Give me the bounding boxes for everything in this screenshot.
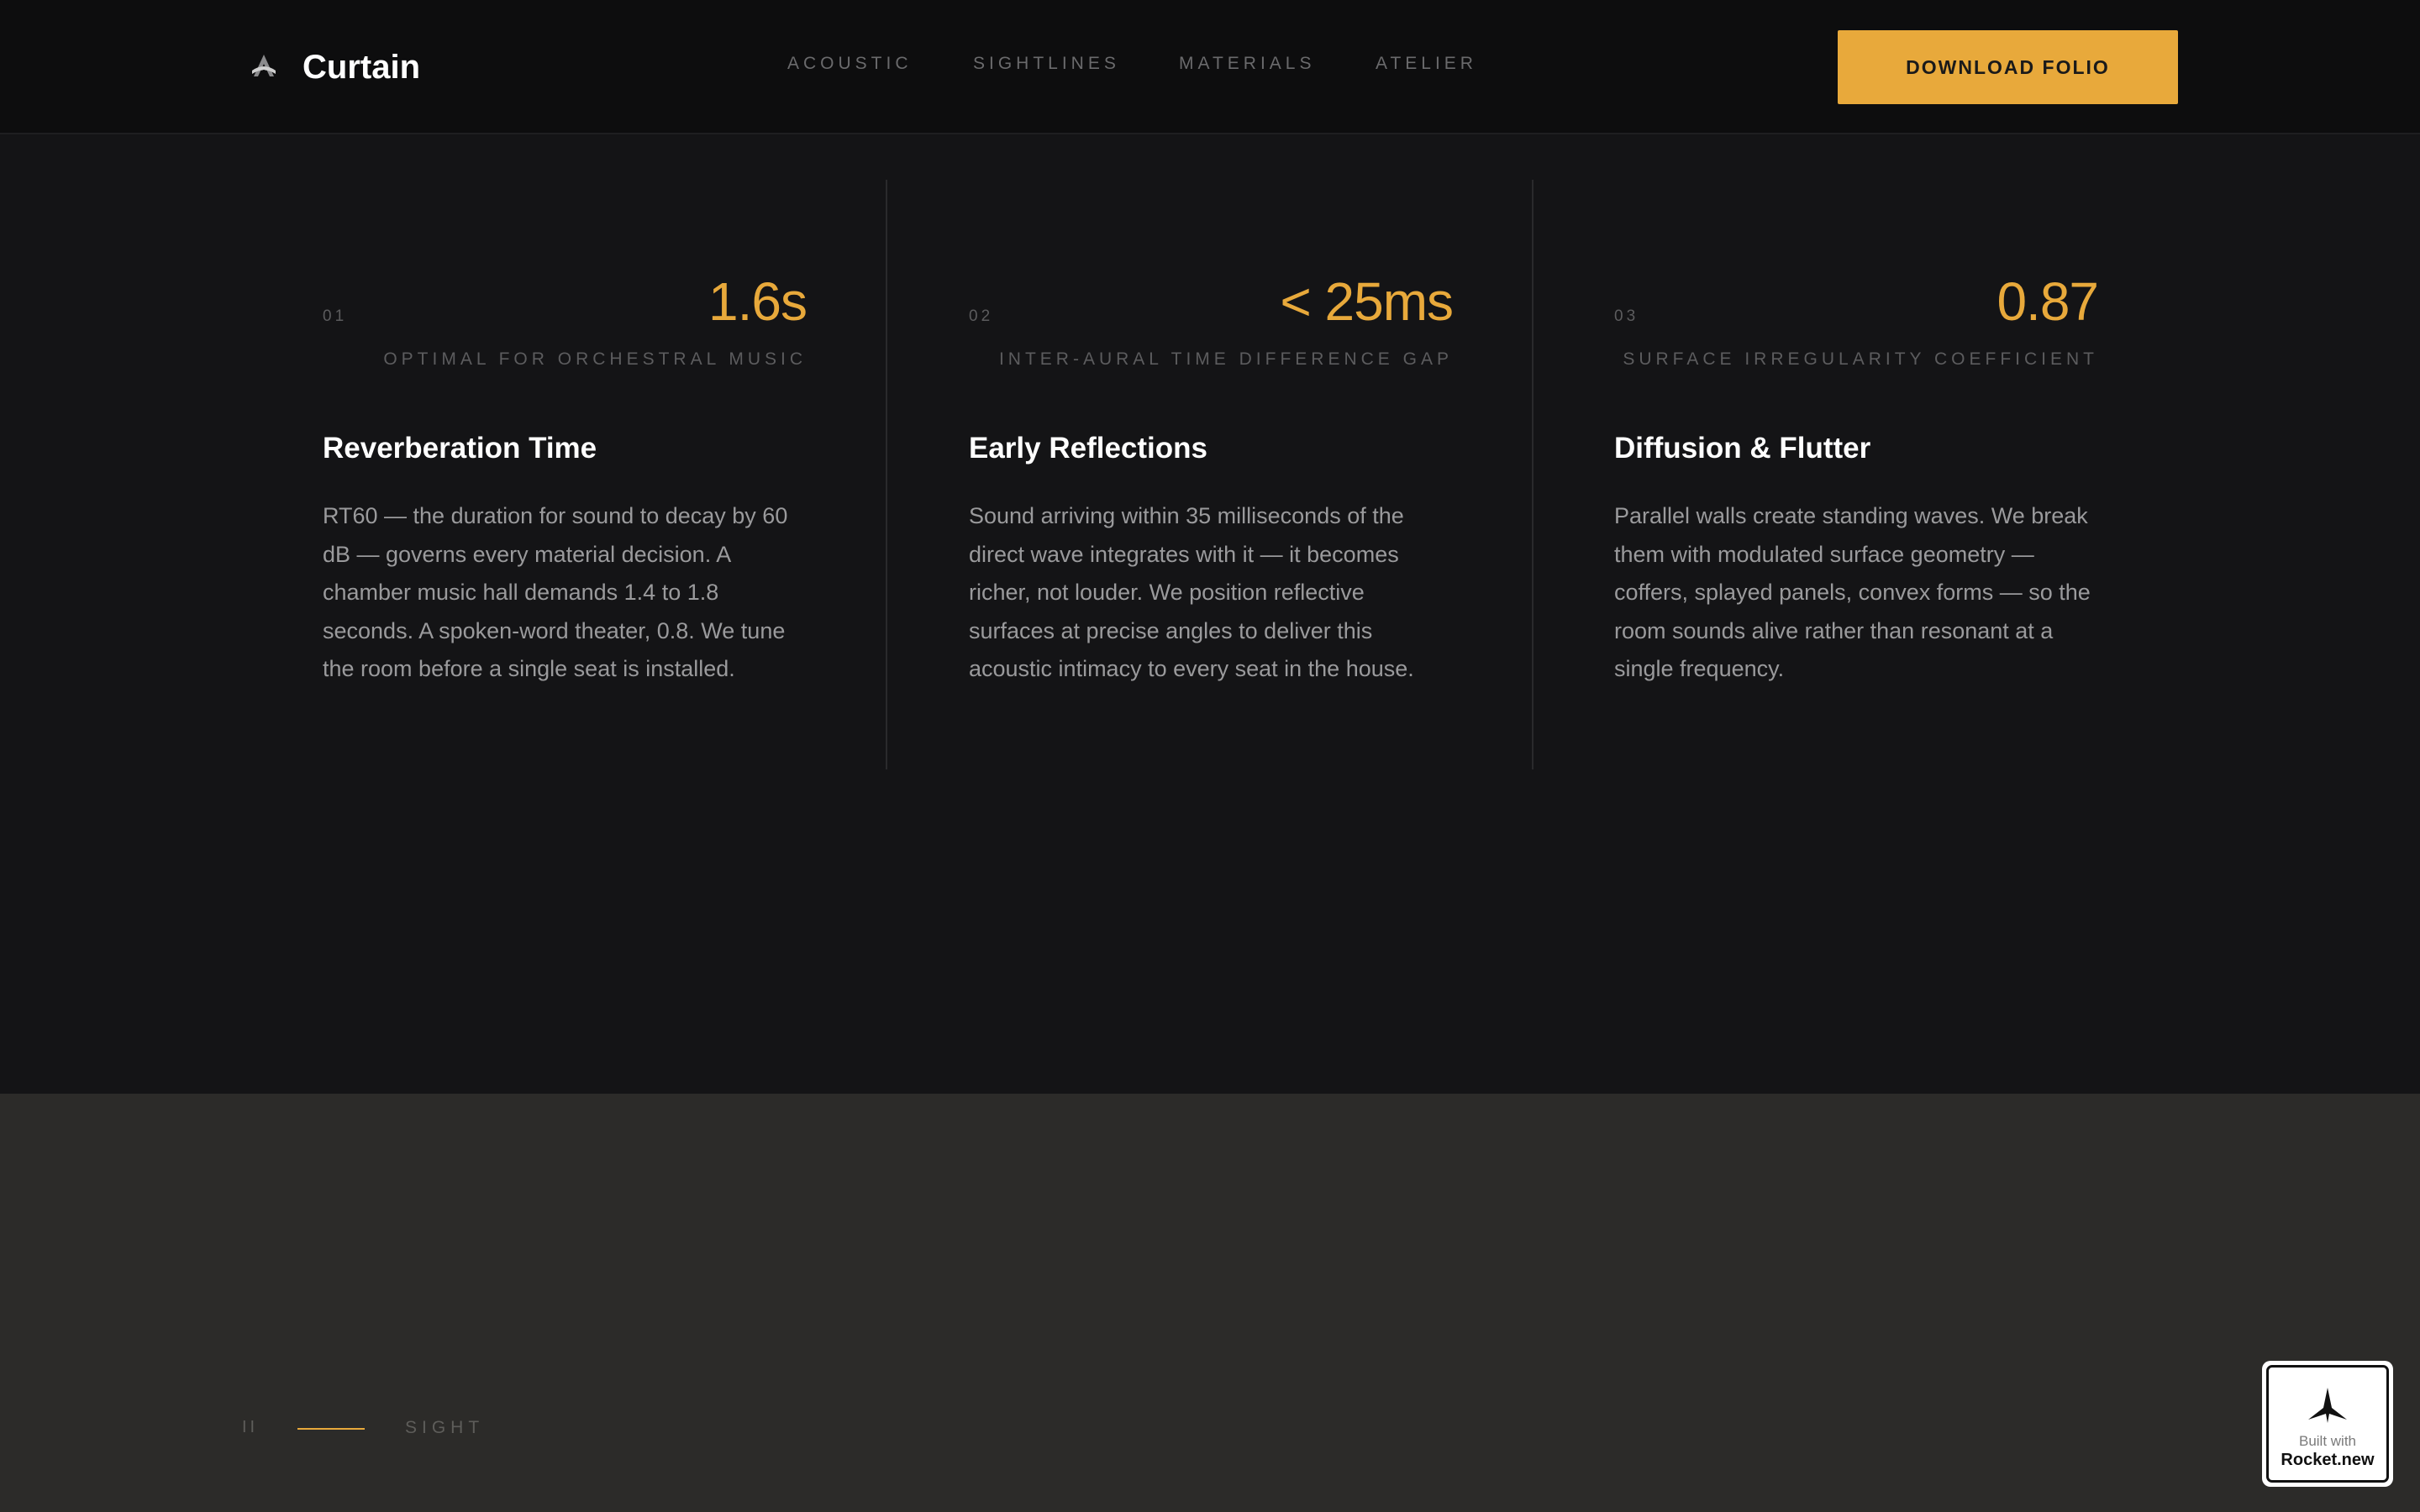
column-divider [886, 180, 887, 769]
metric-title: Early Reflections [969, 432, 1207, 465]
metric-caption: SURFACE IRREGULARITY COEFFICIENT [1623, 349, 2098, 369]
metric-description: Parallel walls create standing waves. We… [1614, 503, 2091, 682]
site-header: Curtain ACOUSTIC SIGHTLINES MATERIALS AT… [0, 0, 2420, 134]
metric-number: 03 [1614, 307, 1639, 325]
metric-description: RT60 — the duration for sound to decay b… [323, 503, 788, 682]
metric-title: Diffusion & Flutter [1614, 432, 1871, 465]
column-divider [1532, 180, 1534, 769]
built-with-rocket-badge[interactable]: Built with Rocket.new [2262, 1361, 2393, 1487]
metric-value: < 25ms [1280, 271, 1454, 332]
section-accent-line [297, 1428, 365, 1430]
sight-section: II SIGHT [0, 1094, 2420, 1512]
metric-description: Sound arriving within 35 milliseconds of… [969, 503, 1414, 682]
badge-brand: Rocket.new [2281, 1451, 2375, 1469]
metric-number: 02 [969, 307, 994, 325]
metric-caption: OPTIMAL FOR ORCHESTRAL MUSIC [383, 349, 807, 369]
nav-item-atelier[interactable]: ATELIER [1376, 54, 1477, 74]
badge-caption: Built with [2298, 1433, 2357, 1449]
metric-title: Reverberation Time [323, 432, 597, 465]
metric-value: 0.87 [1996, 271, 2099, 332]
metric-value: 1.6s [708, 271, 808, 332]
badge-frame: Built with Rocket.new [2266, 1365, 2389, 1483]
acoustic-metrics-section: 01 1.6s OPTIMAL FOR ORCHESTRAL MUSIC Rev… [0, 136, 2420, 1094]
rocket-icon [2307, 1386, 2349, 1425]
download-folio-button[interactable]: DOWNLOAD FOLIO [1838, 30, 2178, 104]
section-index: II [242, 1418, 259, 1436]
metric-caption: INTER-AURAL TIME DIFFERENCE GAP [998, 349, 1453, 369]
nav-item-materials[interactable]: MATERIALS [1179, 54, 1315, 74]
nav-item-sightlines[interactable]: SIGHTLINES [973, 54, 1120, 74]
nav-item-acoustic[interactable]: ACOUSTIC [787, 54, 913, 74]
metric-number: 01 [323, 307, 348, 325]
section-label: SIGHT [405, 1418, 485, 1437]
